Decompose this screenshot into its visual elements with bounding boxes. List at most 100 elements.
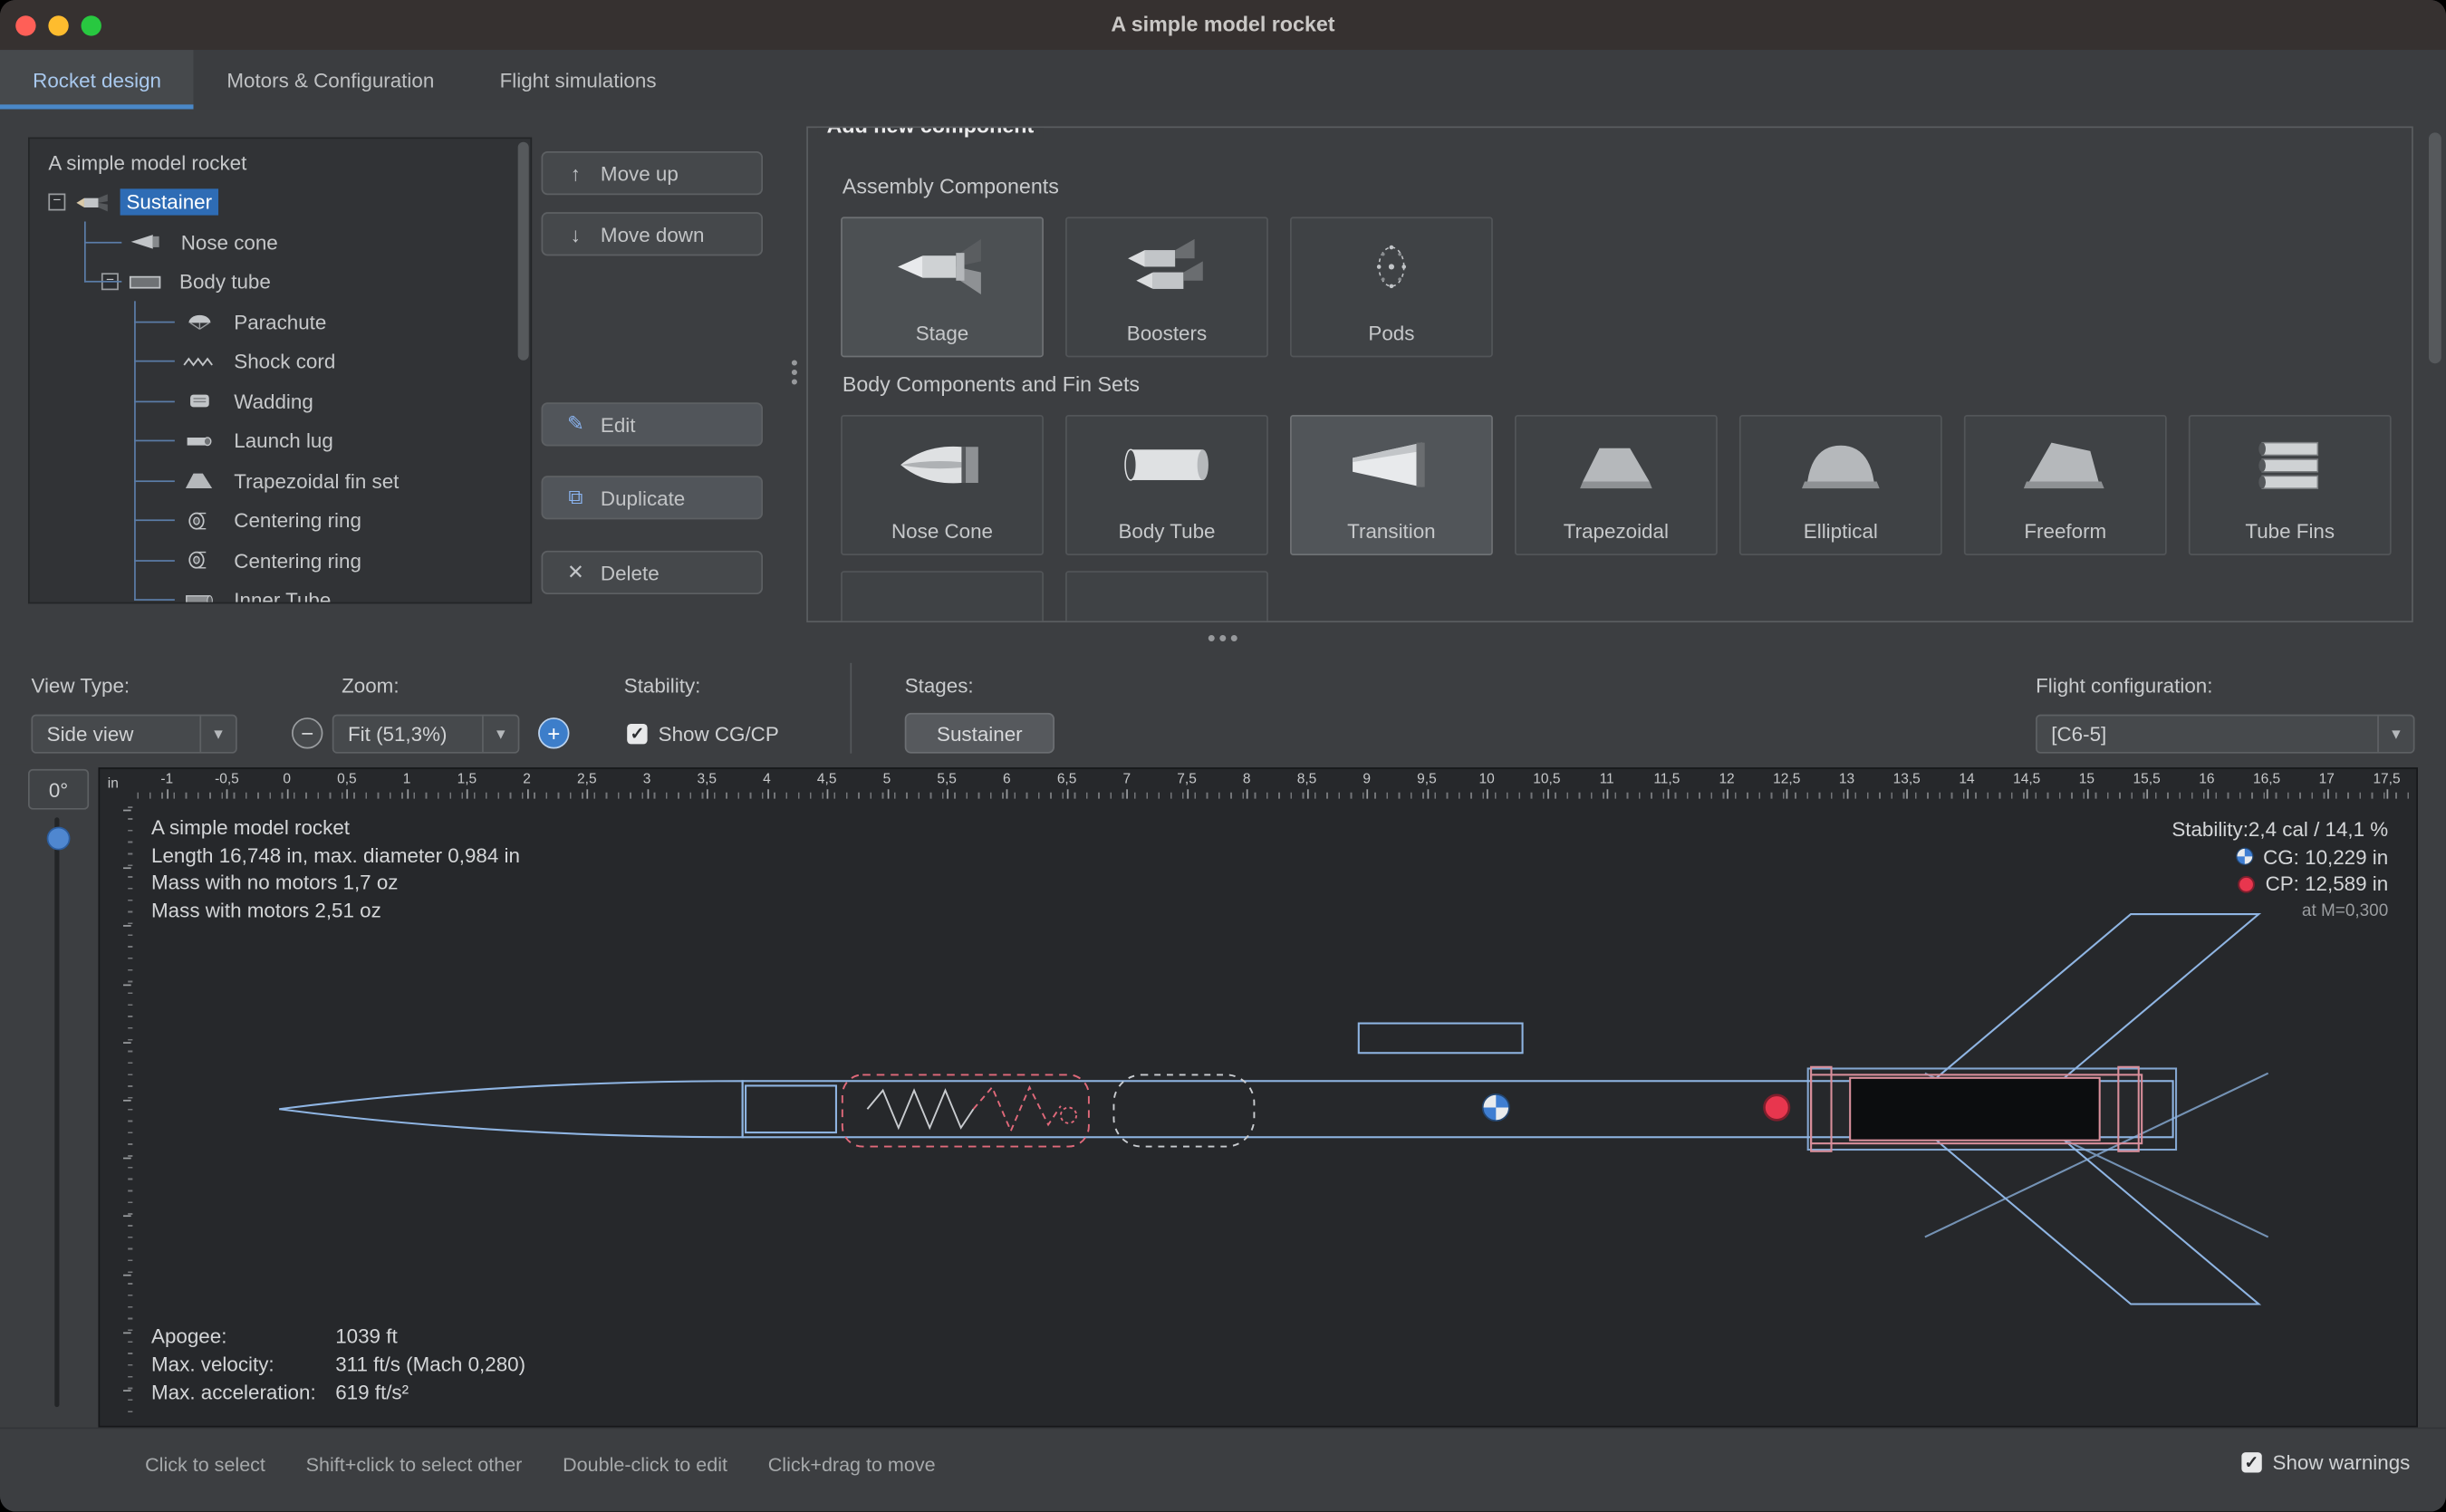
tree-item-label: Parachute bbox=[227, 308, 332, 334]
freeform-fin-icon bbox=[2016, 429, 2115, 506]
show-warnings-checkbox[interactable]: ✓ Show warnings bbox=[2241, 1450, 2410, 1474]
flight-stat-label: Apogee: bbox=[151, 1323, 335, 1351]
tree-item-sustainer[interactable]: −Sustainer bbox=[30, 182, 515, 221]
cg-readout: CG: 10,229 in bbox=[2263, 843, 2388, 871]
component-button-nose-cone[interactable]: Nose Cone bbox=[841, 415, 1044, 555]
cg-marker bbox=[1483, 1094, 1509, 1121]
zoom-select[interactable]: Fit (51,3%) ▾ bbox=[332, 715, 520, 754]
tab-flight-simulations[interactable]: Flight simulations bbox=[467, 50, 689, 109]
rotation-slider-track[interactable] bbox=[54, 817, 59, 1407]
flight-stat-value: 311 ft/s (Mach 0,280) bbox=[335, 1351, 525, 1379]
tree-item-launch-lug[interactable]: Launch lug bbox=[30, 421, 515, 460]
nose-cone-icon bbox=[130, 233, 164, 252]
tree-item-label: Shock cord bbox=[227, 348, 342, 374]
tab-motors-configuration[interactable]: Motors & Configuration bbox=[194, 50, 467, 109]
move-down-button[interactable]: ↓ Move down bbox=[541, 212, 763, 255]
duplicate-icon: ⧉ bbox=[564, 486, 586, 511]
tree-item-centering-ring[interactable]: Centering ring bbox=[30, 541, 515, 580]
flight-config-select[interactable]: [C6-5] ▾ bbox=[2036, 715, 2414, 754]
tree-item-centering-ring[interactable]: Centering ring bbox=[30, 501, 515, 540]
nose-cone-outline bbox=[279, 1081, 742, 1137]
tree-item-trapezoidal-fin-set[interactable]: Trapezoidal fin set bbox=[30, 461, 515, 500]
component-tree: A simple model rocket −SustainerNose cone… bbox=[28, 138, 532, 604]
component-button-transition[interactable]: Transition bbox=[1290, 415, 1493, 555]
rotation-slider-thumb[interactable] bbox=[47, 827, 71, 851]
rocket-info-block: A simple model rocket Length 16,748 in, … bbox=[151, 814, 520, 924]
show-cg-cp-checkbox[interactable]: ✓ Show CG/CP bbox=[627, 722, 779, 746]
panel-scrollbar[interactable] bbox=[2429, 132, 2441, 363]
trapezoidal-fin-icon bbox=[1566, 429, 1666, 506]
cp-readout: CP: 12,589 in bbox=[2266, 871, 2389, 898]
tree-item-body-tube[interactable]: −Body tube bbox=[30, 262, 515, 301]
tree-item-label: Inner Tube bbox=[227, 586, 337, 603]
delete-button[interactable]: ✕ Delete bbox=[541, 551, 763, 594]
body-tube-icon-lg bbox=[1117, 429, 1217, 506]
component-button-label: Nose Cone bbox=[843, 519, 1042, 543]
checkbox-check-icon: ✓ bbox=[2241, 1452, 2261, 1472]
tree-item-label: A simple model rocket bbox=[42, 149, 253, 175]
application-window: A simple model rocket Rocket design Moto… bbox=[0, 0, 2446, 1512]
tree-item-inner-tube[interactable]: Inner Tube bbox=[30, 581, 515, 604]
component-button-label: Tube Fins bbox=[2191, 519, 2390, 543]
section-heading-assembly-components: Assembly Components bbox=[843, 175, 2399, 198]
component-button-partial[interactable] bbox=[1065, 571, 1268, 622]
tree-item-nose-cone[interactable]: Nose cone bbox=[30, 222, 515, 261]
fin-lower-outline bbox=[1932, 1137, 2258, 1304]
view-type-select[interactable]: Side view ▾ bbox=[31, 715, 236, 754]
tab-rocket-design[interactable]: Rocket design bbox=[0, 50, 194, 109]
move-up-icon: ↑ bbox=[564, 161, 586, 185]
tree-item-label: Trapezoidal fin set bbox=[227, 467, 405, 494]
component-button-freeform[interactable]: Freeform bbox=[1964, 415, 2167, 555]
motor-block bbox=[1850, 1078, 2100, 1141]
component-button-trapezoidal[interactable]: Trapezoidal bbox=[1515, 415, 1718, 555]
zoom-value: Fit (51,3%) bbox=[348, 722, 447, 746]
tree-scrollbar[interactable] bbox=[518, 142, 529, 361]
tree-item-wadding[interactable]: Wadding bbox=[30, 381, 515, 420]
duplicate-button[interactable]: ⧉ Duplicate bbox=[541, 476, 763, 519]
component-button-label: Transition bbox=[1292, 519, 1491, 543]
rocket-name: A simple model rocket bbox=[151, 814, 520, 842]
status-bar: Click to selectShift+click to select oth… bbox=[0, 1428, 2446, 1512]
tree-connector-line bbox=[134, 301, 136, 601]
component-button-tube-fins[interactable]: Tube Fins bbox=[2189, 415, 2392, 555]
move-up-button[interactable]: ↑ Move up bbox=[541, 151, 763, 195]
component-button-pods[interactable]: Pods bbox=[1290, 217, 1493, 357]
tree-expander-icon[interactable]: − bbox=[101, 273, 119, 290]
move-down-icon: ↓ bbox=[564, 222, 586, 246]
centering-ring-icon bbox=[182, 511, 217, 530]
tree-expander-icon[interactable]: − bbox=[48, 194, 65, 211]
section-heading-body-components-and-fin-sets: Body Components and Fin Sets bbox=[843, 373, 2399, 397]
vertical-splitter-handle[interactable]: ••• bbox=[791, 359, 797, 387]
component-button-partial[interactable] bbox=[841, 571, 1044, 622]
edit-button[interactable]: ✎ Edit bbox=[541, 402, 763, 446]
tree-item-label: Launch lug bbox=[227, 428, 339, 454]
tree-item-a-simple-model-rocket[interactable]: A simple model rocket bbox=[30, 143, 515, 182]
flight-stat-row: Max. velocity:311 ft/s (Mach 0,280) bbox=[151, 1351, 525, 1379]
tree-item-label: Wadding bbox=[227, 388, 319, 414]
component-button-label: Pods bbox=[1292, 322, 1491, 345]
cp-marker bbox=[1764, 1095, 1789, 1121]
component-button-boosters[interactable]: Boosters bbox=[1065, 217, 1268, 357]
component-button-elliptical[interactable]: Elliptical bbox=[1739, 415, 1942, 555]
checkbox-check-icon: ✓ bbox=[627, 724, 647, 744]
component-button-stage[interactable]: Stage bbox=[841, 217, 1044, 357]
rocket-view-zone: 0° in -1-0,500,511,522,533,544,555,566,5… bbox=[0, 765, 2446, 1428]
tree-item-parachute[interactable]: Parachute bbox=[30, 302, 515, 341]
stability-readout: Stability:2,4 cal / 14,1 % bbox=[2172, 816, 2388, 843]
zoom-out-button[interactable]: − bbox=[292, 717, 323, 748]
zoom-in-button[interactable]: + bbox=[538, 717, 569, 748]
duplicate-label: Duplicate bbox=[601, 486, 685, 509]
move-up-label: Move up bbox=[601, 161, 679, 185]
tree-item-shock-cord[interactable]: Shock cord bbox=[30, 342, 515, 380]
component-button-body-tube[interactable]: Body Tube bbox=[1065, 415, 1268, 555]
rocket-canvas[interactable]: in -1-0,500,511,522,533,544,555,566,577,… bbox=[98, 767, 2417, 1427]
title-bar: A simple model rocket bbox=[0, 0, 2446, 50]
rotation-indicator: 0° bbox=[28, 769, 89, 810]
stage-toggle-label: Sustainer bbox=[937, 721, 1023, 745]
window-title: A simple model rocket bbox=[0, 0, 2446, 50]
design-panel: A simple model rocket −SustainerNose cone… bbox=[0, 110, 2446, 656]
horizontal-splitter-handle[interactable]: ••• bbox=[1208, 625, 1241, 651]
stage-toggle-sustainer[interactable]: Sustainer bbox=[905, 713, 1054, 754]
flight-config-label: Flight configuration: bbox=[2036, 674, 2212, 698]
tree-connector-line bbox=[84, 222, 86, 283]
